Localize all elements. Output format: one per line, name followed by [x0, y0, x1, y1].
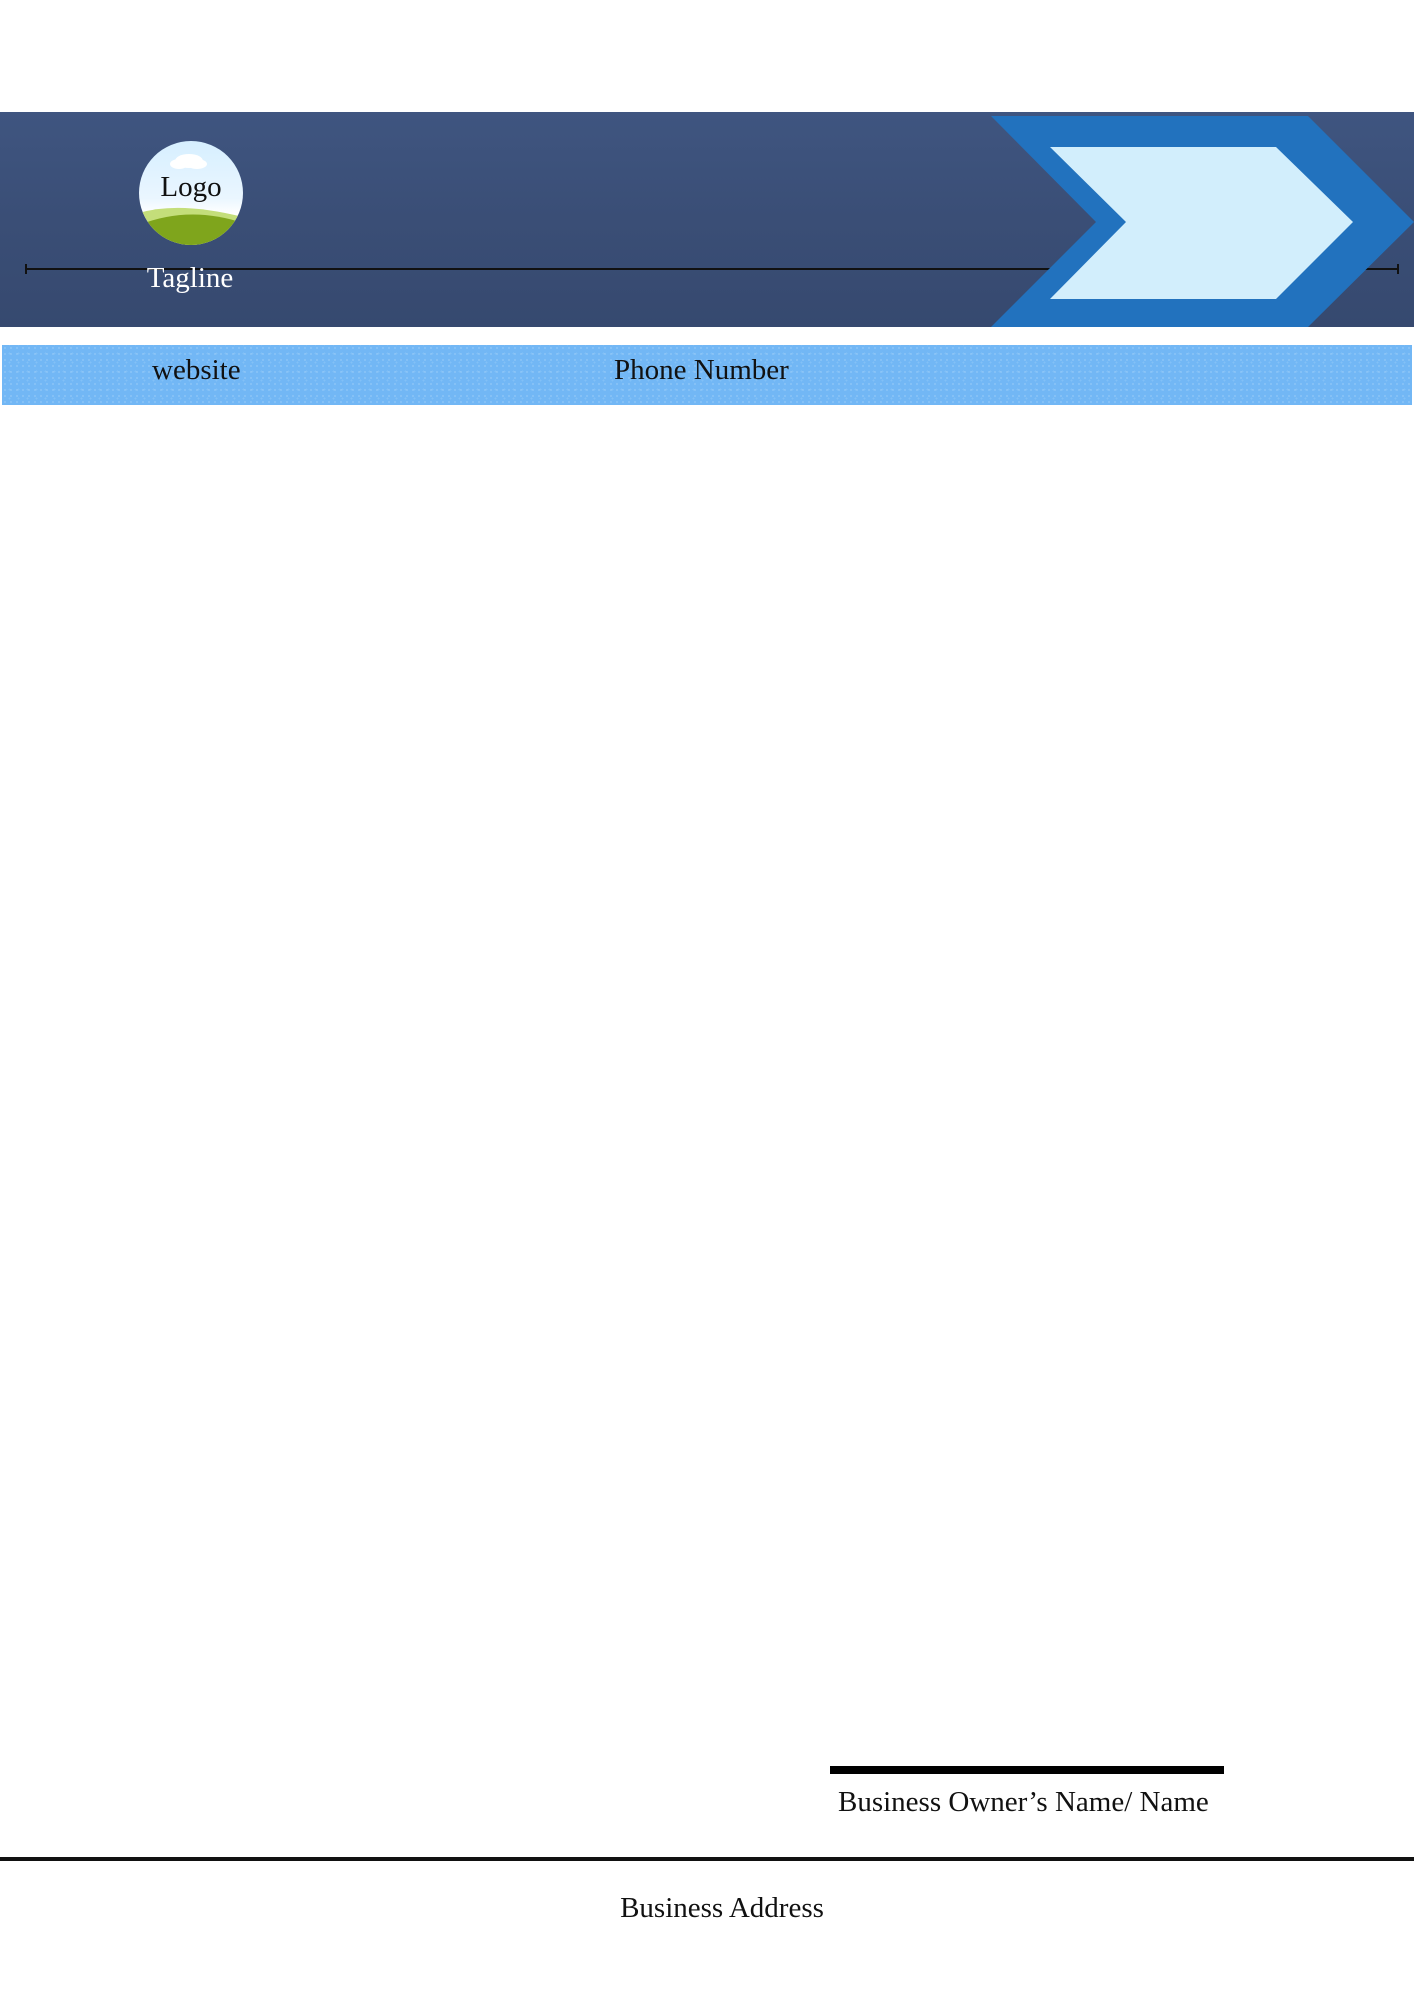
logo: Logo [139, 141, 243, 245]
logo-label: Logo [160, 171, 222, 203]
phone-number-text: Phone Number [614, 354, 789, 386]
business-address: Business Address [620, 1892, 824, 1924]
signature-line [830, 1766, 1224, 1774]
website-text: website [152, 354, 241, 386]
business-owner-name: Business Owner’s Name/ Name [838, 1786, 1209, 1818]
footer-divider [0, 1857, 1414, 1861]
tagline: Tagline [146, 262, 234, 294]
